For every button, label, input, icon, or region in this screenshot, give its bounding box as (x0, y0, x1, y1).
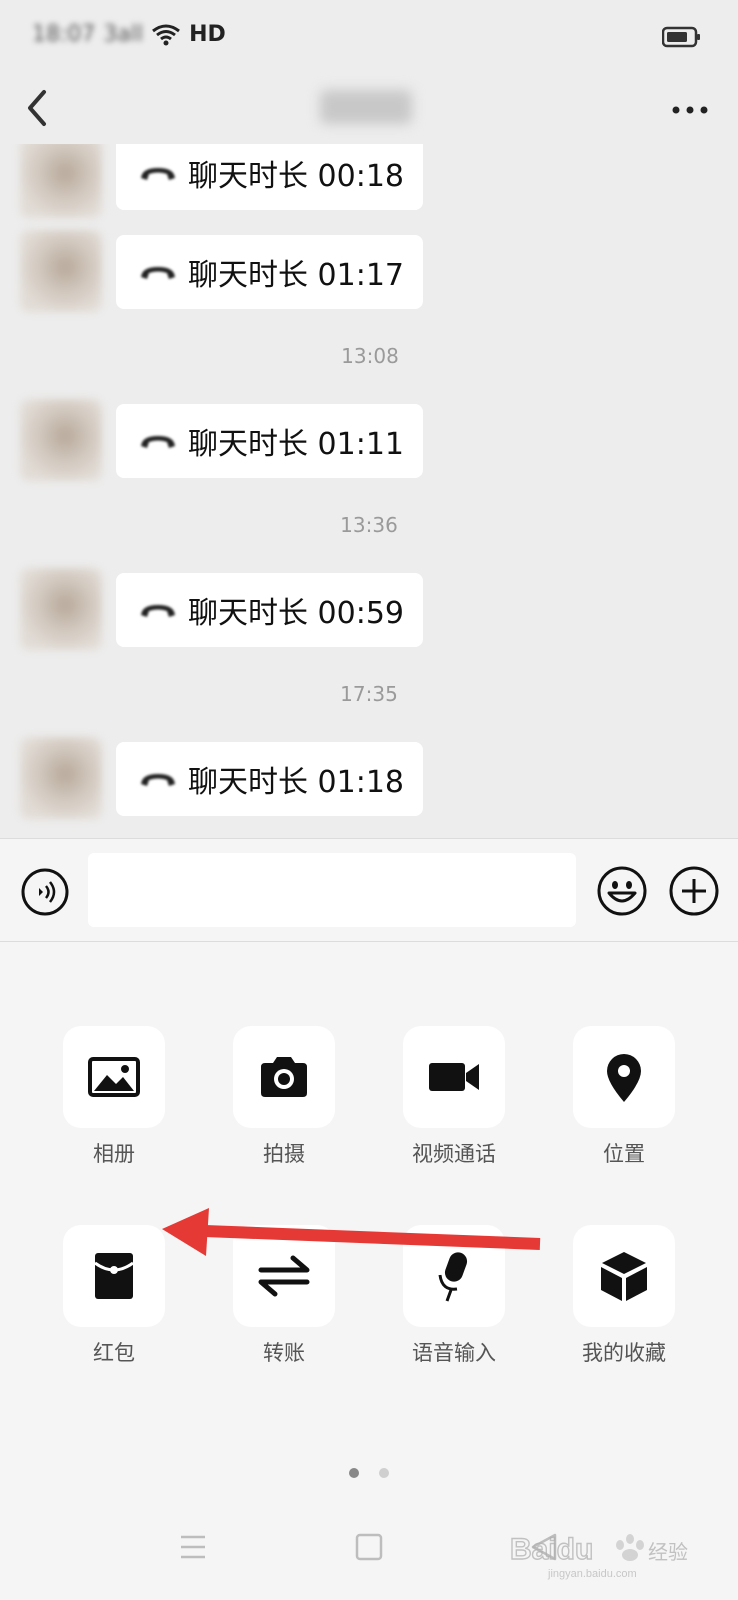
camera-icon (261, 1057, 307, 1097)
transfer-icon (258, 1255, 310, 1297)
favorites-box-icon (601, 1252, 647, 1301)
contact-avatar[interactable] (20, 230, 102, 312)
album-tile[interactable] (63, 1026, 165, 1128)
home-icon[interactable] (349, 1527, 389, 1567)
phone-handset-icon (141, 436, 175, 448)
call-record-bubble[interactable]: 聊天时长 00:18 (116, 144, 423, 210)
phone-handset-icon (141, 774, 175, 786)
location-tile[interactable] (573, 1026, 675, 1128)
call-record-bubble[interactable]: 聊天时长 01:18 (116, 742, 423, 816)
transfer-tile[interactable] (233, 1225, 335, 1327)
panel-item-label: 位置 (603, 1142, 645, 1166)
status-left: 18:07 3all HD (32, 22, 226, 47)
more-functions-panel: 相册 拍摄 视频通话 位置 红包 转账 语音输入 我的收藏 (0, 942, 738, 1497)
call-duration-text: 聊天时长 00:59 (188, 596, 404, 631)
panel-item-label: 语音输入 (412, 1341, 496, 1365)
signal-indicator: 3all (103, 22, 144, 47)
phone-handset-icon (141, 168, 175, 180)
message-timestamp: 13:36 (340, 513, 398, 537)
message-timestamp: 17:35 (340, 682, 398, 706)
call-record-bubble[interactable]: 聊天时长 01:11 (116, 404, 423, 478)
emoji-icon[interactable] (596, 865, 648, 917)
video-call-tile[interactable] (403, 1026, 505, 1128)
video-call-icon (429, 1063, 479, 1091)
svg-text:经验: 经验 (648, 1540, 688, 1564)
nav-bar (0, 72, 738, 144)
panel-item-label: 红包 (93, 1341, 135, 1365)
call-duration-text: 聊天时长 01:17 (188, 258, 404, 293)
svg-text:jingyan.baidu.com: jingyan.baidu.com (547, 1568, 637, 1580)
status-bar: 18:07 3all HD (0, 0, 738, 72)
red-packet-tile[interactable] (63, 1225, 165, 1327)
battery-icon (662, 26, 700, 48)
chat-title (320, 90, 412, 124)
contact-avatar[interactable] (20, 144, 102, 218)
call-duration-text: 聊天时长 00:18 (188, 159, 404, 194)
page-dot-active[interactable] (349, 1468, 359, 1478)
message-input-bar (0, 838, 738, 942)
panel-item-favorites[interactable]: 我的收藏 (539, 1225, 709, 1367)
camera-tile[interactable] (233, 1026, 335, 1128)
red-packet-icon (94, 1253, 134, 1299)
page-indicator (0, 1468, 738, 1482)
back-arrow-icon[interactable] (22, 86, 52, 130)
wifi-icon (152, 24, 181, 45)
page-dot-inactive[interactable] (379, 1468, 389, 1478)
message-timestamp: 13:08 (341, 344, 399, 368)
panel-item-location[interactable]: 位置 (539, 1026, 709, 1168)
message-input[interactable] (88, 853, 576, 927)
call-record-bubble[interactable]: 聊天时长 01:17 (116, 235, 423, 309)
phone-handset-icon (141, 267, 175, 279)
photo-album-icon (88, 1057, 140, 1097)
svg-text:Baidu: Baidu (510, 1533, 593, 1566)
network-label: HD (189, 22, 226, 47)
location-pin-icon (607, 1054, 641, 1102)
voice-mode-icon[interactable] (20, 867, 70, 917)
panel-item-label: 相册 (93, 1142, 135, 1166)
chat-message-list[interactable]: 聊天时长 00:18 聊天时长 01:17 13:08 聊天时长 01:11 1… (0, 144, 738, 838)
panel-item-red-packet[interactable]: 红包 (29, 1225, 199, 1367)
panel-item-transfer[interactable]: 转账 (199, 1225, 369, 1367)
panel-item-album[interactable]: 相册 (29, 1026, 199, 1168)
system-nav-bar: Baidu 经验 jingyan.baidu.com (0, 1497, 738, 1600)
panel-item-label: 拍摄 (263, 1142, 305, 1166)
contact-avatar[interactable] (20, 737, 102, 819)
plus-icon[interactable] (668, 865, 720, 917)
favorites-tile[interactable] (573, 1225, 675, 1327)
more-options-icon[interactable] (670, 90, 710, 130)
contact-avatar[interactable] (20, 568, 102, 650)
panel-item-camera[interactable]: 拍摄 (199, 1026, 369, 1168)
panel-item-label: 视频通话 (412, 1142, 496, 1166)
contact-avatar[interactable] (20, 399, 102, 481)
microphone-icon (438, 1252, 468, 1302)
call-duration-text: 聊天时长 01:11 (188, 427, 404, 462)
panel-item-voice-input[interactable]: 语音输入 (369, 1225, 539, 1367)
panel-item-label: 我的收藏 (582, 1341, 666, 1365)
menu-icon[interactable] (173, 1527, 213, 1567)
phone-handset-icon (141, 605, 175, 617)
panel-item-label: 转账 (263, 1341, 305, 1365)
call-record-bubble[interactable]: 聊天时长 00:59 (116, 573, 423, 647)
call-duration-text: 聊天时长 01:18 (188, 765, 404, 800)
panel-item-video-call[interactable]: 视频通话 (369, 1026, 539, 1168)
baidu-jingyan-watermark: Baidu 经验 jingyan.baidu.com (509, 1532, 688, 1580)
status-time: 18:07 (32, 22, 96, 47)
voice-input-tile[interactable] (403, 1225, 505, 1327)
